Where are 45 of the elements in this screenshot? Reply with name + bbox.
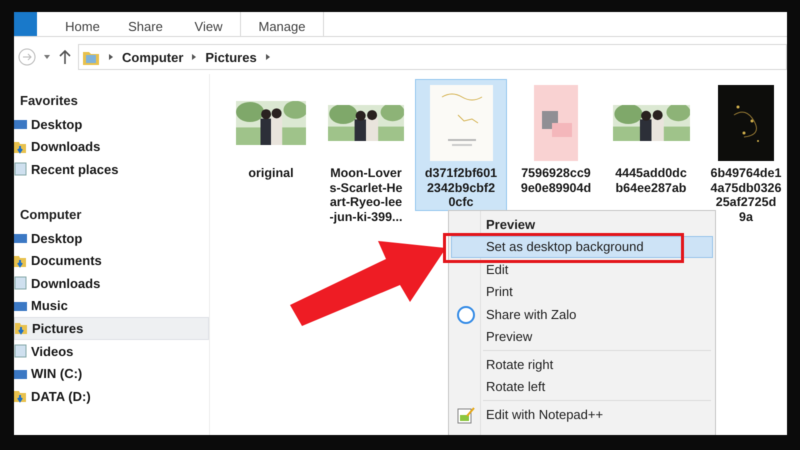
file-name: Moon-Lover s-Scarlet-He art-Ryeo-lee -jun-ki-399... (330, 166, 402, 224)
chevron-icon[interactable] (107, 52, 115, 62)
file-name: 7596928cc9 9e0e89904d (520, 166, 592, 195)
menu-item[interactable]: Print (451, 280, 713, 303)
ribbon-tab[interactable]: Home (51, 12, 114, 36)
menu-item[interactable]: Set as desktop background (451, 236, 713, 258)
menu-item[interactable]: Edit (451, 258, 713, 280)
group-heading[interactable]: Computer (14, 200, 209, 227)
breadcrumb[interactable]: Computer (122, 50, 184, 64)
sidebar-item[interactable]: Videos (14, 340, 209, 362)
breadcrumb[interactable]: Pictures (205, 50, 257, 64)
circle-icon (457, 306, 475, 324)
sidebar-item[interactable]: WIN (C:) (14, 362, 209, 385)
menu-item[interactable]: Preview (451, 326, 713, 348)
sidebar-item[interactable]: Recent places (14, 158, 209, 181)
sidebar-item[interactable]: Desktop (14, 113, 209, 136)
file-name: d371f2bf601 2342b9cbf2 0cfc (424, 166, 498, 210)
chevron-icon[interactable] (264, 52, 272, 62)
notepad-icon (457, 406, 475, 424)
file-name: original (248, 166, 294, 180)
file-item[interactable]: d371f2bf601 2342b9cbf2 0cfc (415, 79, 507, 210)
ribbon-tab[interactable]: Share (114, 12, 177, 36)
sidebar-item[interactable]: Downloads (14, 272, 209, 295)
sidebar-item[interactable]: Desktop (14, 226, 209, 250)
sidebar-item[interactable]: Music (14, 294, 209, 318)
file-name: 6b49764de1 4a75db0326 25af2725d 9a (710, 166, 782, 224)
chevron-icon[interactable] (190, 52, 198, 62)
sidebar-item[interactable]: DATA (D:) (14, 384, 209, 408)
sidebar-item[interactable]: Downloads (14, 136, 209, 158)
ribbon-tab[interactable]: Manage (240, 12, 324, 36)
menu-item[interactable]: Rotate right (451, 353, 713, 376)
sidebar-item[interactable]: Pictures (14, 317, 209, 340)
file-item[interactable]: 4445add0dc b64ee287ab (605, 79, 697, 196)
file-item[interactable]: 7596928cc9 9e0e89904d (510, 79, 602, 196)
ribbon-tab[interactable]: View (177, 12, 240, 36)
menu-item[interactable]: Rotate left (451, 376, 713, 398)
up-arrow-icon[interactable] (58, 49, 72, 65)
file-item[interactable]: Moon-Lover s-Scarlet-He art-Ryeo-lee -jun-ki-399... (320, 79, 412, 225)
file-item[interactable]: original (225, 79, 317, 182)
group-heading[interactable]: Favorites (14, 87, 209, 113)
menu-item[interactable]: Share with Zalo (451, 303, 713, 326)
file-name: 4445add0dc b64ee287ab (615, 166, 687, 195)
sidebar-item[interactable]: Documents (14, 249, 209, 272)
address-bar[interactable]: Computer Pictures (78, 44, 787, 70)
menu-item[interactable]: Edit with Notepad++ (451, 403, 713, 426)
